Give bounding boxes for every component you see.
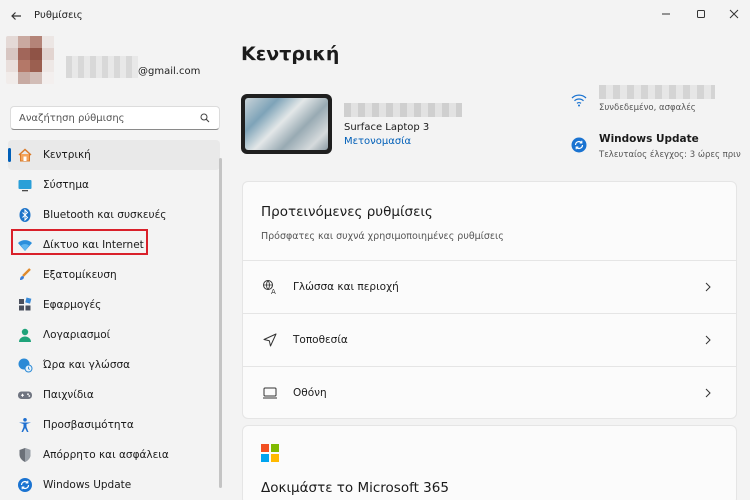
shield-icon [17,447,33,463]
rename-link[interactable]: Μετονομασία [344,136,411,147]
search-icon[interactable] [199,112,211,124]
windows-update-icon [17,477,33,493]
brush-icon [17,267,33,283]
sidebar-item-label: Σύστημα [43,179,89,191]
recommended-settings-card: Προτεινόμενες ρυθμίσεις Πρόσφατες και συ… [242,181,737,419]
search-input[interactable] [19,112,199,124]
windows-update-title[interactable]: Windows Update [599,133,699,145]
sidebar-nav: Κεντρική Σύστημα Bluetooth και συσκευές … [8,140,220,500]
recommended-row-label: Γλώσσα και περιοχή [293,281,399,293]
page-title: Κεντρική [241,43,340,65]
microsoft365-card: Δοκιμάστε το Microsoft 365 [242,425,737,500]
device-wallpaper [245,98,328,150]
sidebar-item-label: Windows Update [43,479,132,491]
avatar[interactable] [6,36,56,84]
sidebar-item-label: Εξατομίκευση [43,269,117,281]
chevron-right-icon [702,282,714,292]
maximize-button[interactable] [689,4,713,24]
sidebar-item-privacy-security[interactable]: Απόρρητο και ασφάλεια [8,440,220,470]
recommended-row-location[interactable]: Τοποθεσία [243,313,736,366]
apps-icon [17,297,33,313]
sidebar-item-accounts[interactable]: Λογαριασμοί [8,320,220,350]
recommended-row-language-region[interactable]: A Γλώσσα και περιοχή [243,260,736,313]
search-box[interactable] [10,106,220,130]
sidebar-item-bluetooth[interactable]: Bluetooth και συσκευές [8,200,220,230]
maximize-icon [697,10,705,18]
gamepad-icon [17,387,33,403]
title-bar: Ρυθμίσεις [0,0,750,32]
back-button[interactable] [6,6,26,26]
sidebar-scrollbar[interactable] [219,158,222,488]
sidebar-item-gaming[interactable]: Παιχνίδια [8,380,220,410]
close-button[interactable] [722,4,746,24]
sidebar-item-label: Ώρα και γλώσσα [43,359,131,371]
recommended-row-label: Τοποθεσία [293,334,348,346]
device-name-redacted [344,103,462,117]
sidebar-item-label: Λογαριασμοί [43,329,111,341]
sidebar-item-label: Bluetooth και συσκευές [43,209,167,221]
recommended-title: Προτεινόμενες ρυθμίσεις [261,204,433,220]
sidebar-item-home[interactable]: Κεντρική [8,140,220,170]
highlight-box [11,229,148,255]
sidebar-item-personalization[interactable]: Εξατομίκευση [8,260,220,290]
chevron-right-icon [702,335,714,345]
sidebar-item-system[interactable]: Σύστημα [8,170,220,200]
wifi-icon [571,94,587,107]
time-language-icon [17,357,33,373]
chevron-right-icon [702,388,714,398]
sidebar-item-label: Εφαρμογές [43,299,102,311]
sidebar-item-time-language[interactable]: Ώρα και γλώσσα [8,350,220,380]
recommended-row-label: Οθόνη [293,387,327,399]
windows-update-status: Τελευταίος έλεγχος: 3 ώρες πριν [599,150,741,160]
display-icon [261,384,279,402]
device-image [241,94,332,154]
email-redacted [66,56,138,78]
recommended-subtitle: Πρόσφατες και συχνά χρησιμοποιημένες ρυθ… [261,231,504,242]
back-arrow-icon [11,12,21,20]
device-model: Surface Laptop 3 [344,122,430,133]
accessibility-icon [17,417,33,433]
microsoft-logo-icon [261,444,279,462]
location-icon [261,331,279,349]
windows-update-icon [571,137,587,153]
minimize-icon [662,13,670,15]
app-title: Ρυθμίσεις [34,10,83,21]
bluetooth-icon [17,207,33,223]
system-icon [17,177,33,193]
wifi-status: Συνδεδεμένο, ασφαλές [599,103,696,113]
recommended-row-display[interactable]: Οθόνη [243,366,736,419]
close-icon [729,9,739,19]
sidebar-item-label: Παιχνίδια [43,389,94,401]
microsoft365-title: Δοκιμάστε το Microsoft 365 [261,480,449,496]
sidebar-item-label: Απόρρητο και ασφάλεια [43,449,169,461]
home-icon [17,147,33,163]
wifi-network-name-redacted[interactable] [599,85,715,99]
svg-text:A: A [271,288,276,295]
sidebar-item-label: Προσβασιμότητα [43,419,134,431]
account-email: @gmail.com [138,66,201,77]
sidebar-item-windows-update[interactable]: Windows Update [8,470,220,500]
sidebar-item-label: Κεντρική [43,149,91,161]
minimize-button[interactable] [654,4,678,24]
account-icon [17,327,33,343]
language-region-icon: A [261,278,279,296]
sidebar-item-apps[interactable]: Εφαρμογές [8,290,220,320]
sidebar-item-accessibility[interactable]: Προσβασιμότητα [8,410,220,440]
